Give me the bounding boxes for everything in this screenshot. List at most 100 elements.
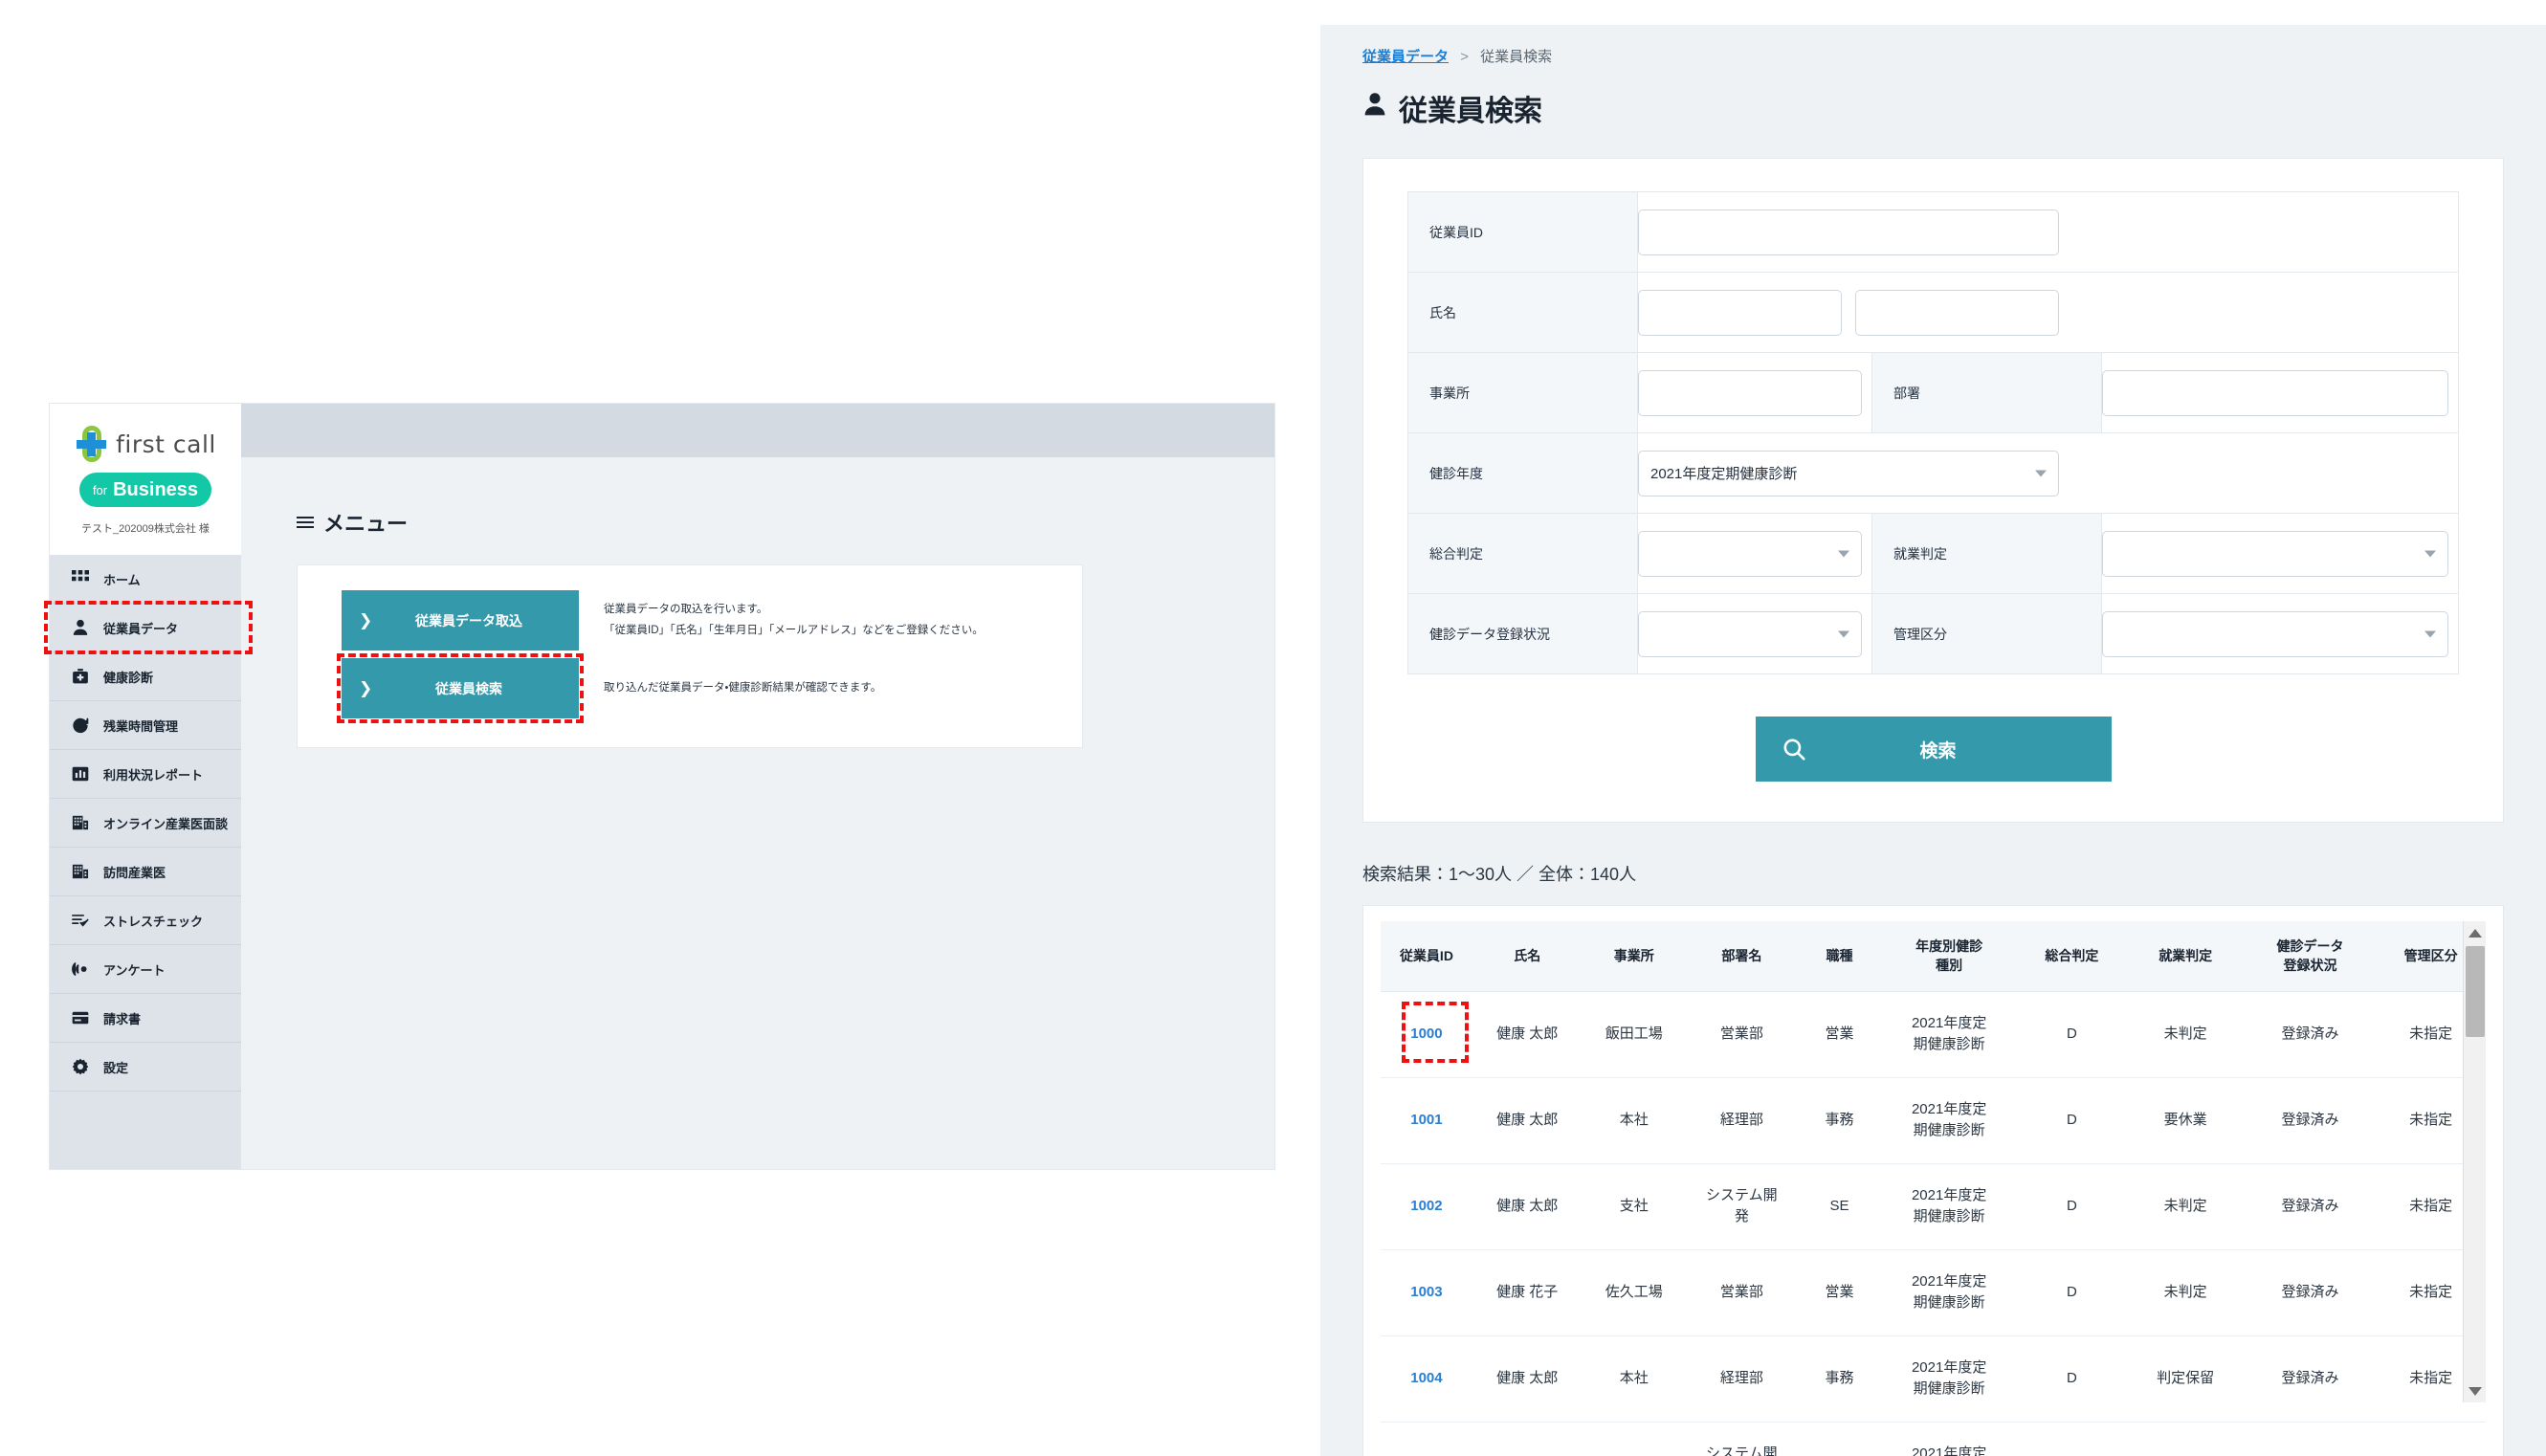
results-card: 従業員ID 氏名 事業所 部署名 職種 年度別健診 種別 総合判定 [1362,905,2504,1456]
search-form-table: 従業員ID 氏名 事業所 [1407,191,2459,674]
cell-employee-id: 1003 [1381,1249,1472,1335]
employee-id-link[interactable]: 1002 [1410,1198,1442,1214]
menu-button-label: 従業員データ取込 [342,611,579,630]
cell-checkup-kind: 2021年度定 期健康診断 [1881,1335,2017,1422]
employee-id-link[interactable]: 1000 [1410,1026,1442,1042]
employee-id-link[interactable]: 1004 [1410,1370,1442,1386]
sidebar-item-stress-check[interactable]: ストレスチェック [50,896,241,945]
sidebar-nav: ホーム 従業員データ 健康診断 残業時間管理 利用状況レポート [50,555,241,1169]
form-field-cell [2102,594,2459,674]
sidebar-item-label: 訪問産業医 [103,863,166,881]
table-row[interactable]: 1002 健康 太郎 支社 システム開 発 SE 2021年度定 期健康診断 D [1381,1163,2486,1249]
cell-line: 2021年度定 [1885,1444,2013,1456]
column-header-office[interactable]: 事業所 [1583,921,1686,991]
cell-checkup-kind: 2021年度定 期健康診断 [1881,1249,2017,1335]
sidebar-item-visiting-doctor[interactable]: 訪問産業医 [50,848,241,896]
sidebar-item-home[interactable]: ホーム [50,555,241,604]
table-row[interactable]: 1000 健康 太郎 飯田工場 営業部 営業 2021年度定 期健康診断 D [1381,991,2486,1077]
sidebar-item-invoice[interactable]: 請求書 [50,994,241,1043]
cell-line: 2021年度定 [1885,1271,2013,1293]
brand-block: first call for Business テスト_202009株式会社 様 [50,404,241,536]
column-header-job[interactable]: 職種 [1798,921,1882,991]
form-row-office-dept: 事業所 部署 [1408,353,2459,433]
sidebar-item-label: ホーム [103,570,141,588]
survey-icon [71,960,90,979]
cell-office: 本社 [1583,1335,1686,1422]
results-table-scroll[interactable]: 従業員ID 氏名 事業所 部署名 職種 年度別健診 種別 総合判定 [1381,921,2486,1456]
column-header-checkup-kind[interactable]: 年度別健診 種別 [1881,921,2017,991]
logo[interactable]: first call [50,425,241,463]
cell-office: 佐久工場 [1583,1249,1686,1335]
column-header-name[interactable]: 氏名 [1472,921,1583,991]
cell-registration-status: 登録済み [2245,1422,2377,1456]
table-row[interactable]: 1001 健康 太郎 本社 経理部 事務 2021年度定 期健康診断 D [1381,1077,2486,1163]
breadcrumb-parent-link[interactable]: 従業員データ [1362,49,1449,65]
employee-id-input[interactable] [1638,210,2059,255]
work-judgement-select[interactable] [2102,531,2448,577]
chevron-down-icon [2424,550,2436,557]
cell-dept: システム開 発 [1686,1422,1798,1456]
results-vertical-scrollbar[interactable] [2463,921,2486,1402]
form-row-employee-id: 従業員ID [1408,192,2459,273]
management-category-select[interactable] [2102,611,2448,657]
sidebar-item-settings[interactable]: 設定 [50,1043,241,1092]
employee-id-link[interactable]: 1003 [1410,1284,1442,1300]
sidebar-item-usage-report[interactable]: 利用状況レポート [50,750,241,799]
table-row[interactable]: 1005 健康 太郎 本社 システム開 発 SE 2021年度定 期健康診断 D [1381,1422,2486,1456]
cell-name: 健康 太郎 [1472,1422,1583,1456]
app-content: メニュー ❯ 従業員データ取込 従業員データの取込を行います。 「従業員ID」「… [241,457,1274,748]
cell-overall-judgement: D [2017,1077,2127,1163]
app-main: メニュー ❯ 従業員データ取込 従業員データの取込を行います。 「従業員ID」「… [241,404,1274,1169]
cell-dept: 営業部 [1686,991,1798,1077]
column-header-line: 健診データ [2248,937,2373,956]
dept-input[interactable] [2102,370,2448,416]
checkup-registration-status-select[interactable] [1638,611,1862,657]
building-icon [71,813,90,832]
triangle-up-icon[interactable] [2464,921,2486,944]
column-header-work-judgement[interactable]: 就業判定 [2127,921,2245,991]
table-row[interactable]: 1003 健康 花子 佐久工場 営業部 営業 2021年度定 期健康診断 D [1381,1249,2486,1335]
triangle-down-icon[interactable] [2464,1379,2486,1402]
search-submit-button[interactable]: 検索 [1756,717,2112,782]
app-window: first call for Business テスト_202009株式会社 様… [50,404,1274,1169]
column-header-overall-judgement[interactable]: 総合判定 [2017,921,2127,991]
sidebar-item-label: 健康診断 [103,668,153,686]
column-header-employee-id[interactable]: 従業員ID [1381,921,1472,991]
form-label: 従業員ID [1408,192,1638,273]
cell-registration-status: 登録済み [2245,1249,2377,1335]
office-input[interactable] [1638,370,1862,416]
cell-line: 期健康診断 [1885,1034,2013,1056]
cell-line: 2021年度定 [1885,1185,2013,1207]
cell-overall-judgement: D [2017,1335,2127,1422]
sidebar-item-online-doctor[interactable]: オンライン産業医面談 [50,799,241,848]
employee-id-link[interactable]: 1001 [1410,1112,1442,1128]
results-table: 従業員ID 氏名 事業所 部署名 職種 年度別健診 種別 総合判定 [1381,921,2486,1456]
results-table-head: 従業員ID 氏名 事業所 部署名 職種 年度別健診 種別 総合判定 [1381,921,2486,991]
chevron-down-icon [2424,630,2436,637]
results-count: 検索結果：1～30人 ／ 全体：140人 [1362,861,2504,886]
overall-judgement-select[interactable] [1638,531,1862,577]
form-field-cell [1638,353,1872,433]
scrollbar-thumb[interactable] [2466,946,2485,1037]
logo-text: first call [116,430,216,458]
employee-search-button[interactable]: ❯ 従業員検索 [342,658,579,718]
sidebar-item-employee-data[interactable]: 従業員データ [50,604,241,652]
last-name-input[interactable] [1638,290,1842,336]
sidebar-item-survey[interactable]: アンケート [50,945,241,994]
employee-data-import-button[interactable]: ❯ 従業員データ取込 [342,590,579,651]
first-name-input[interactable] [1855,290,2059,336]
column-header-line: 登録状況 [2248,956,2373,975]
sidebar-item-overtime[interactable]: 残業時間管理 [50,701,241,750]
sidebar-item-health-checkup[interactable]: 健康診断 [50,652,241,701]
cell-management-category: 未指定 [2376,1422,2486,1456]
table-row[interactable]: 1004 健康 太郎 本社 経理部 事務 2021年度定 期健康診断 D [1381,1335,2486,1422]
cell-checkup-kind: 2021年度定 期健康診断 [1881,1163,2017,1249]
column-header-dept[interactable]: 部署名 [1686,921,1798,991]
cell-office: 本社 [1583,1422,1686,1456]
column-header-registration-status[interactable]: 健診データ 登録状況 [2245,921,2377,991]
cell-office: 支社 [1583,1163,1686,1249]
cell-employee-id: 1005 [1381,1422,1472,1456]
page-title-label: 従業員検索 [1399,87,1542,129]
cell-job: 営業 [1798,1249,1882,1335]
checkup-year-select[interactable]: 2021年度定期健康診断 [1638,451,2059,496]
